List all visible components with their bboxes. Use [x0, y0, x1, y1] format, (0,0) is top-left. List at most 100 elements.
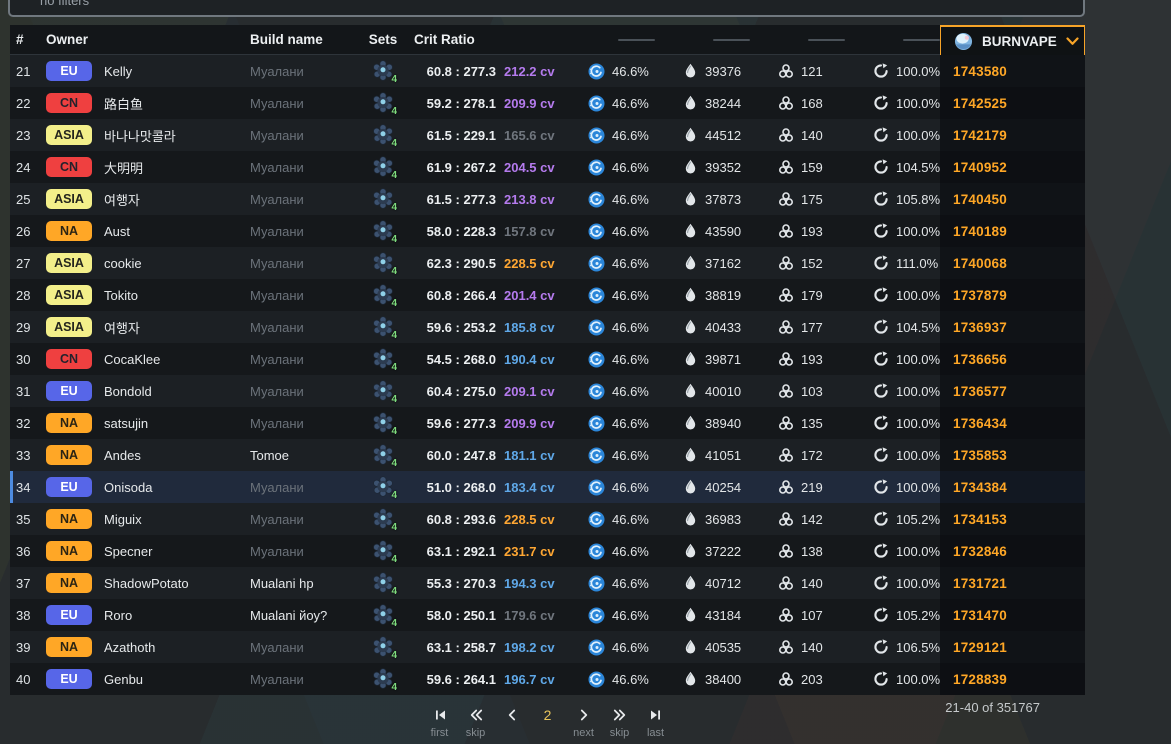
table-row[interactable]: 32 NA satsujin Муалани 4 59.6: 277.3 20…: [10, 407, 1085, 439]
table-row[interactable]: 22 CN 路白鱼 Муалани 4 59.2: 278.1 209.9 c…: [10, 87, 1085, 119]
artifact-set-icon: 4: [372, 156, 397, 181]
table-row[interactable]: 33 NA Andes Tomoe 4 60.0: 247.8 181.1 c…: [10, 439, 1085, 471]
table-row[interactable]: 35 NA Miguix Муалани 4 60.8: 293.6 228.…: [10, 503, 1085, 535]
region-badge: CN: [46, 157, 92, 177]
hydro-dmg-value: 46.6%: [612, 351, 649, 367]
header-er-sort[interactable]: [845, 25, 940, 54]
pagination-last-button[interactable]: last: [645, 708, 667, 739]
energy-recharge-icon: [873, 639, 889, 655]
table-row[interactable]: 38 EU Roro Mualani йоу? 4 58.0: 250.1 1…: [10, 599, 1085, 631]
set-piece-count: 4: [391, 490, 397, 501]
skip-back-icon: [469, 708, 483, 722]
sort-placeholder-dash: [618, 38, 655, 41]
table-row[interactable]: 40 EU Genbu Муалани 4 59.6: 264.1 196.7…: [10, 663, 1085, 695]
crit-ratio-value: 60.8 : 293.6: [426, 511, 496, 527]
em-value: 203: [801, 671, 823, 687]
set-piece-count: 4: [391, 586, 397, 597]
hp-value: 38940: [705, 415, 742, 431]
er-value: 105.2%: [896, 607, 941, 623]
em-value: 140: [801, 575, 823, 591]
crit-ratio-value: 58.0 : 250.1: [426, 607, 496, 623]
region-badge: ASIA: [46, 253, 92, 273]
pagination-back-button[interactable]: [501, 708, 523, 739]
er-value: 100.0%: [896, 95, 941, 111]
er-value: 111.0%: [896, 255, 939, 271]
table-row[interactable]: 34 EU Onisoda Муалани 4 51.0: 268.0 183…: [10, 471, 1085, 503]
region-badge: NA: [46, 573, 92, 593]
crit-ratio-value: 54.5 : 268.0: [426, 351, 496, 367]
region-badge: NA: [46, 445, 92, 465]
pagination-skip-forward-button[interactable]: skip: [609, 708, 631, 739]
set-piece-count: 4: [391, 202, 397, 213]
region-badge: ASIA: [46, 189, 92, 209]
pagination: first skip 2 next skip last: [10, 708, 1085, 739]
table-row[interactable]: 29 ASIA 여행자 Муалани 4 59.6: 253.2 185.8…: [10, 311, 1085, 343]
leaderboard-score: 1728839: [953, 671, 1007, 687]
filter-bar[interactable]: no filters: [8, 0, 1085, 17]
table-row[interactable]: 37 NA ShadowPotato Mualani hp 4 55.3: 2…: [10, 567, 1085, 599]
artifact-set-icon: 4: [372, 572, 397, 597]
pagination-current-page[interactable]: 2: [537, 708, 559, 739]
region-badge: ASIA: [46, 125, 92, 145]
owner-name: Miguix: [104, 511, 142, 527]
build-name: Муалани: [250, 287, 304, 303]
leaderboard-score: 1740952: [953, 159, 1007, 175]
chevron-down-icon: [1066, 36, 1079, 46]
er-value: 105.8%: [896, 191, 941, 207]
er-value: 106.5%: [896, 639, 941, 655]
hydro-icon: [588, 639, 605, 656]
elemental-mastery-icon: [778, 319, 794, 335]
crit-ratio-value: 51.0 : 268.0: [426, 479, 496, 495]
em-value: 103: [801, 383, 823, 399]
leaderboard-score: 1734384: [953, 479, 1007, 495]
header-hp-sort[interactable]: [655, 25, 750, 54]
build-name: Муалани: [250, 95, 304, 111]
table-row[interactable]: 30 CN CocaKlee Муалани 4 54.5: 268.0 19…: [10, 343, 1085, 375]
table-row[interactable]: 36 NA Specner Муалани 4 63.1: 292.1 231…: [10, 535, 1085, 567]
table-row[interactable]: 27 ASIA cookie Муалани 4 62.3: 290.5 22…: [10, 247, 1085, 279]
set-piece-count: 4: [391, 554, 397, 565]
hp-value: 43184: [705, 607, 742, 623]
table-row[interactable]: 28 ASIA Tokito Муалани 4 60.8: 266.4 20…: [10, 279, 1085, 311]
leaderboard-score: 1736656: [953, 351, 1007, 367]
em-value: 140: [801, 639, 823, 655]
hydro-dmg-value: 46.6%: [612, 159, 649, 175]
rank-number: 23: [16, 127, 31, 143]
hydro-icon: [588, 447, 605, 464]
pagination-first-button[interactable]: first: [429, 708, 451, 739]
region-badge: EU: [46, 381, 92, 401]
first-page-icon: [433, 708, 447, 722]
build-name: Муалани: [250, 543, 304, 559]
energy-recharge-icon: [873, 671, 889, 687]
build-name: Муалани: [250, 383, 304, 399]
table-row[interactable]: 24 CN 大明明 Муалани 4 61.9: 267.2 204.5 c…: [10, 151, 1085, 183]
energy-recharge-icon: [873, 255, 889, 271]
elemental-mastery-icon: [778, 159, 794, 175]
set-piece-count: 4: [391, 458, 397, 469]
em-value: 152: [801, 255, 823, 271]
artifact-set-icon: 4: [372, 220, 397, 245]
table-row[interactable]: 23 ASIA 바나나맛콜라 Муалани 4 61.5: 229.1 16…: [10, 119, 1085, 151]
table-row[interactable]: 26 NA Aust Муалани 4 58.0: 228.3 157.8 …: [10, 215, 1085, 247]
build-name: Mualani йоу?: [250, 607, 328, 623]
table-row[interactable]: 39 NA Azathoth Муалани 4 63.1: 258.7 19…: [10, 631, 1085, 663]
leaderboard-score: 1740068: [953, 255, 1007, 271]
header-em-sort[interactable]: [750, 25, 845, 54]
table-row[interactable]: 25 ASIA 여행자 Муалани 4 61.5: 277.3 213.8…: [10, 183, 1085, 215]
table-row[interactable]: 21 EU Kelly Муалани 4 60.8: 277.3 212.2…: [10, 55, 1085, 87]
header-burnvape-sort[interactable]: BURNVAPE: [940, 25, 1085, 55]
artifact-set-icon: 4: [372, 284, 397, 309]
leaderboard-score: 1736577: [953, 383, 1007, 399]
pagination-next-button[interactable]: next: [573, 708, 595, 739]
energy-recharge-icon: [873, 319, 889, 335]
header-hydro-dmg-sort[interactable]: [560, 25, 655, 54]
pagination-skip-back-button[interactable]: skip: [465, 708, 487, 739]
hydro-icon: [588, 63, 605, 80]
filter-placeholder: no filters: [40, 0, 90, 8]
hp-icon: [683, 255, 698, 271]
hydro-dmg-value: 46.6%: [612, 383, 649, 399]
crit-ratio-value: 61.5 : 229.1: [426, 127, 496, 143]
table-row[interactable]: 31 EU Bondold Муалани 4 60.4: 275.0 209…: [10, 375, 1085, 407]
hp-icon: [683, 63, 698, 79]
hp-value: 36983: [705, 511, 742, 527]
